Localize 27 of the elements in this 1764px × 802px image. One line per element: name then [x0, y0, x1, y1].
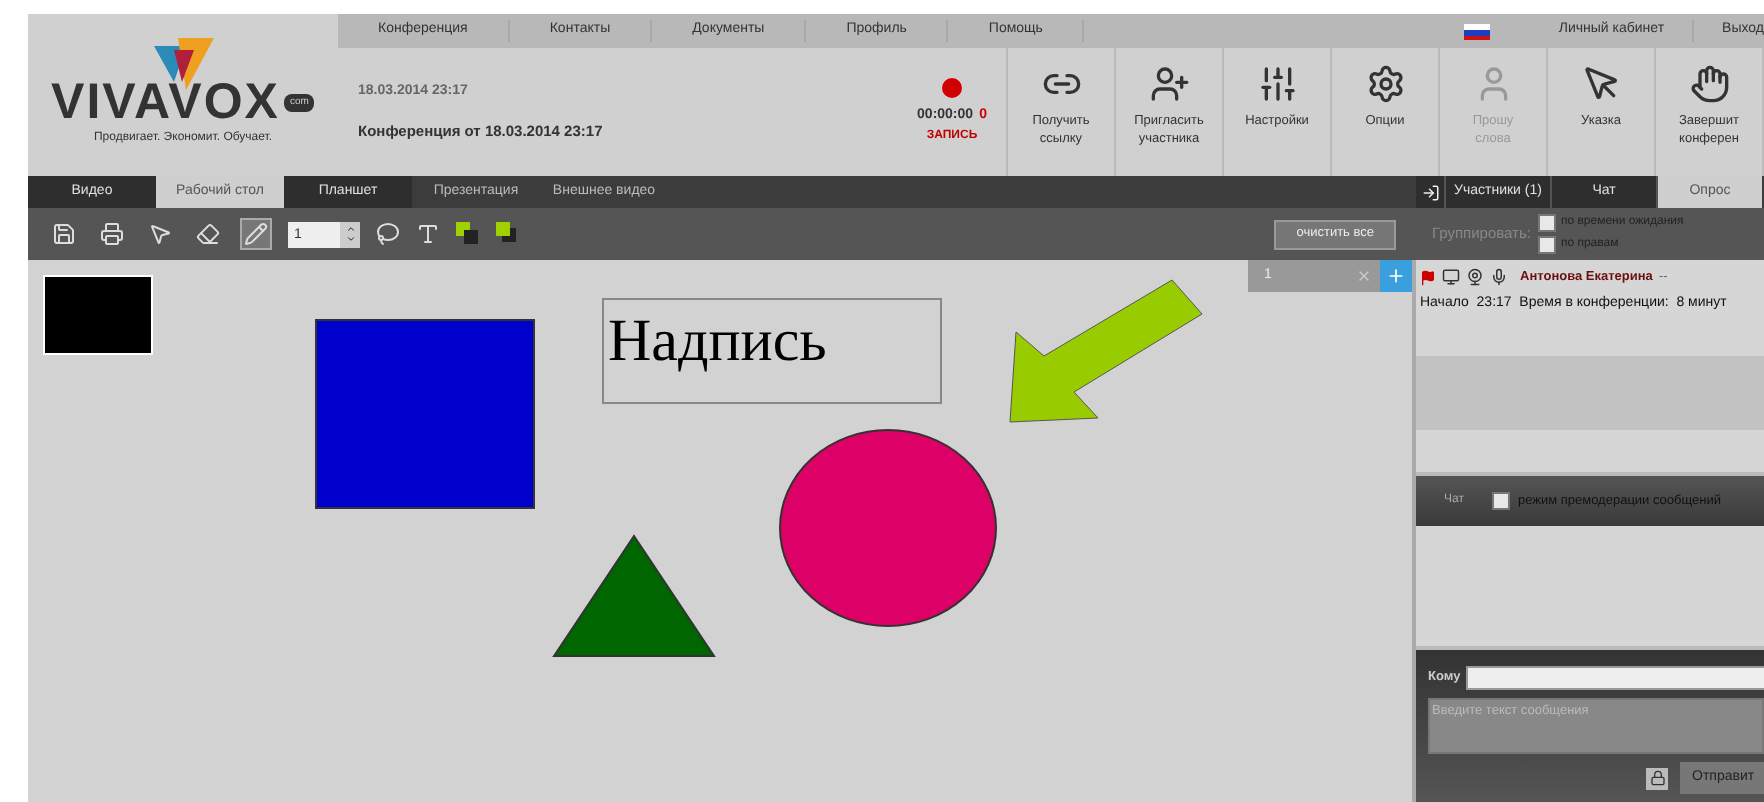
collapse-button[interactable] [1416, 176, 1444, 208]
checkbox[interactable] [1538, 236, 1557, 254]
lasso-icon[interactable] [376, 222, 400, 246]
lock-button[interactable] [1646, 767, 1668, 789]
monitor-icon[interactable] [1442, 268, 1460, 287]
flag-icon[interactable] [1420, 269, 1436, 286]
layer-order-icon[interactable] [496, 222, 520, 246]
add-user-icon [1149, 64, 1189, 104]
collapse-icon [1421, 183, 1439, 201]
lock-icon [1649, 770, 1665, 786]
text-tool-icon[interactable] [416, 222, 440, 246]
checkbox[interactable] [1538, 214, 1557, 232]
record-icon[interactable] [942, 78, 962, 99]
spinner-control[interactable] [340, 221, 360, 247]
sliders-icon [1257, 64, 1297, 104]
microphone-icon[interactable] [1490, 268, 1508, 287]
plus-icon [1386, 266, 1406, 286]
recipient-field[interactable] [1466, 666, 1764, 690]
hand-icon [1689, 64, 1729, 104]
text-label: Надпись [602, 298, 942, 404]
pointer-icon [1581, 64, 1621, 104]
flag-icon[interactable] [1464, 23, 1491, 39]
logo-wordmark: VIVAVOX [51, 78, 280, 128]
settings-icon [1365, 64, 1405, 104]
checkbox[interactable] [1491, 492, 1510, 510]
webcam-icon[interactable] [1466, 268, 1484, 287]
layer-order-icon[interactable] [456, 222, 480, 246]
